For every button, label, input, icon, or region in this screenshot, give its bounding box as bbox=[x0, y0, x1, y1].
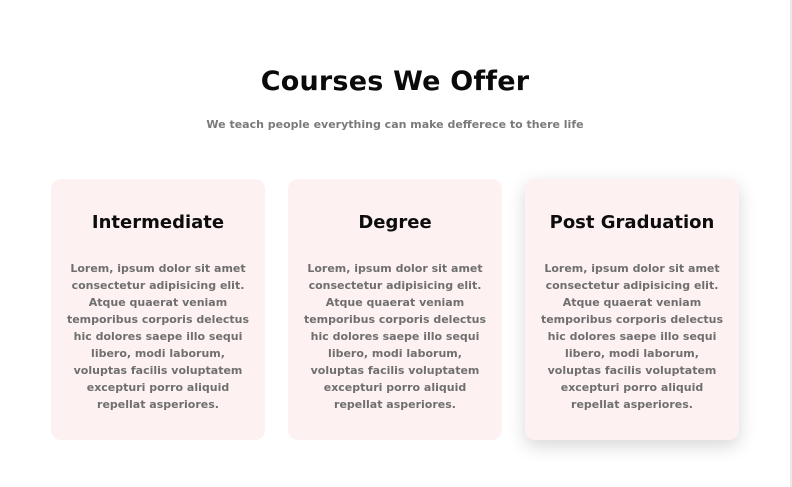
course-card-post-graduation[interactable]: Post Graduation Lorem, ipsum dolor sit a… bbox=[525, 179, 739, 440]
course-card-description: Lorem, ipsum dolor sit amet consectetur … bbox=[66, 262, 250, 411]
course-card-title: Intermediate bbox=[91, 212, 225, 233]
course-card-description: Lorem, ipsum dolor sit amet consectetur … bbox=[540, 262, 724, 411]
section-title: Courses We Offer bbox=[260, 66, 530, 97]
courses-section: Courses We Offer We teach people everyth… bbox=[0, 0, 790, 487]
course-card-title: Post Graduation bbox=[549, 212, 715, 233]
section-subtitle: We teach people everything can make deff… bbox=[206, 118, 584, 131]
course-card-title: Degree bbox=[358, 212, 432, 233]
course-card-degree[interactable]: Degree Lorem, ipsum dolor sit amet conse… bbox=[288, 179, 502, 440]
course-card-intermediate[interactable]: Intermediate Lorem, ipsum dolor sit amet… bbox=[51, 179, 265, 440]
course-card-description: Lorem, ipsum dolor sit amet consectetur … bbox=[303, 262, 487, 411]
course-cards: Intermediate Lorem, ipsum dolor sit amet… bbox=[51, 179, 739, 440]
